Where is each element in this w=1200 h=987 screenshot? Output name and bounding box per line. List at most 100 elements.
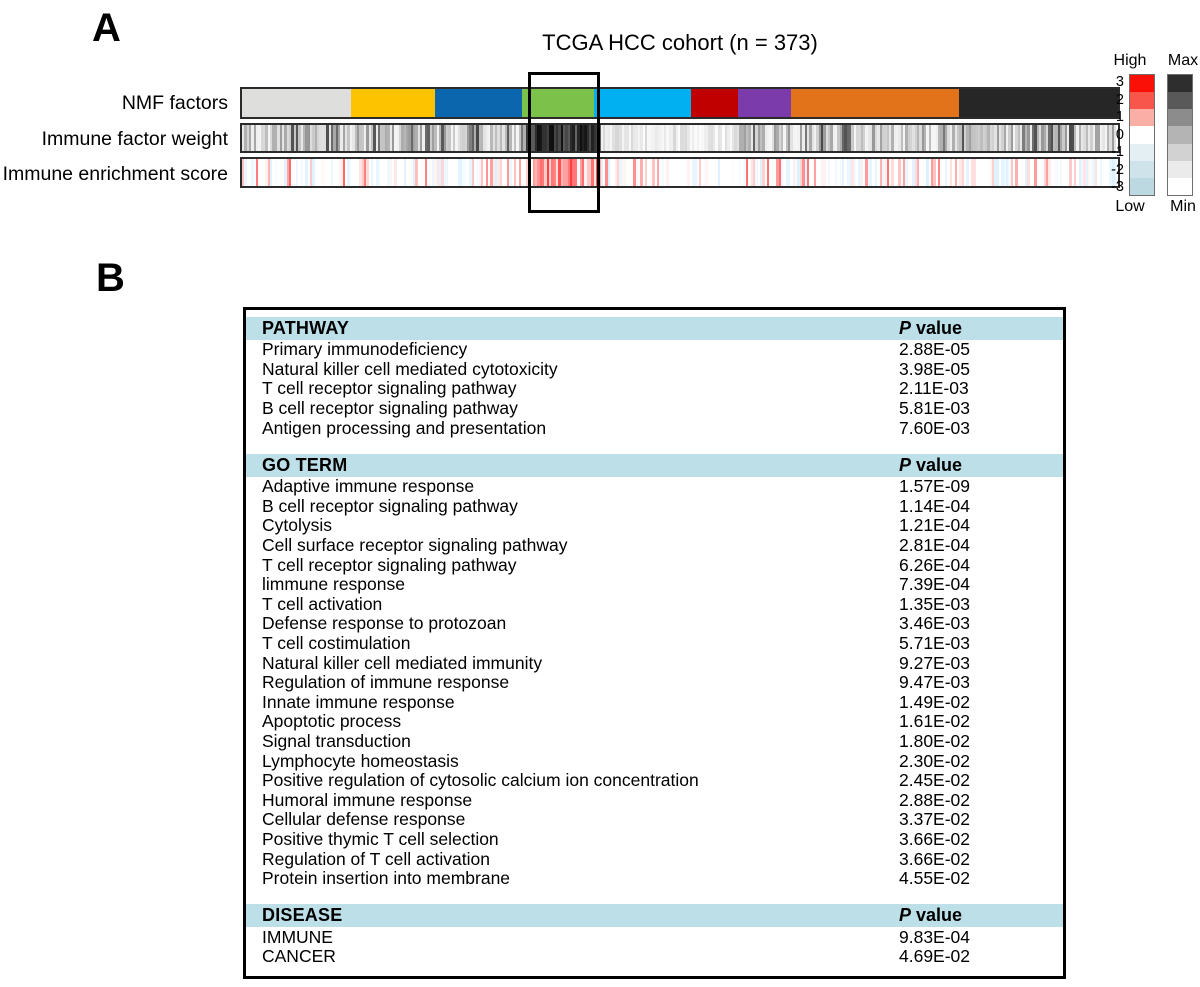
- immune-factor-weight-track[interactable]: [240, 123, 1120, 153]
- table-row[interactable]: Innate immune response 1.49E-02: [246, 692, 1063, 713]
- cell-term: Cellular defense response: [262, 809, 466, 830]
- table-header-go-term: GO TERM P value: [246, 453, 1063, 477]
- table-row[interactable]: Adaptive immune response 1.57E-09: [246, 476, 1063, 497]
- column-header-pvalue: P value: [899, 318, 963, 338]
- cell-term: Antigen processing and presentation: [262, 417, 547, 438]
- weight-stripes: [242, 125, 1118, 151]
- table-row[interactable]: Cell surface receptor signaling pathway 2…: [246, 535, 1063, 556]
- table-row[interactable]: IMMUNE 9.83E-04: [246, 927, 1063, 947]
- legend-high-label: High: [1113, 52, 1147, 69]
- table-row[interactable]: Positive regulation of cytosolic calcium…: [246, 770, 1063, 791]
- nmf-segment-factor-4[interactable]: [522, 89, 595, 117]
- legend-tick: 0: [1115, 126, 1124, 143]
- table-row[interactable]: T cell receptor signaling pathway 2.11E-0…: [246, 378, 1063, 399]
- row-label-immune-enrichment-score: Immune enrichment score: [2, 163, 228, 185]
- table-row[interactable]: Positive thymic T cell selection 3.66E-02: [246, 829, 1063, 850]
- table-row[interactable]: B cell receptor signaling pathway 1.14E-0…: [246, 495, 1063, 517]
- table-row[interactable]: Signal transduction 1.80E-02: [246, 730, 1063, 752]
- weight-legend-step: [1168, 109, 1192, 127]
- cell-pvalue: 3.37E-02: [899, 809, 971, 830]
- legend-max-label: Max: [1167, 52, 1199, 69]
- cell-term: Lymphocyte homeostasis: [262, 750, 459, 771]
- cell-term: B cell receptor signaling pathway: [262, 398, 518, 419]
- cell-pvalue: 3.98E-05: [899, 358, 971, 379]
- table-row[interactable]: Lymphocyte homeostasis 2.30E-02: [246, 751, 1063, 771]
- table-header-disease: DISEASE P value: [246, 904, 1063, 928]
- table-row[interactable]: Regulation of immune response 9.47E-03: [246, 672, 1063, 693]
- cell-term: Humoral immune response: [262, 789, 473, 810]
- table-row[interactable]: limmune response 7.39E-04: [246, 574, 1063, 595]
- enrichment-results-table: PATHWAY P value Primary immunodeficiency 2.…: [243, 307, 1066, 979]
- table-section-pathway: PATHWAY P value Primary immunodeficiency 2.…: [246, 317, 1063, 438]
- table-row[interactable]: Humoral immune response 2.88E-02: [246, 790, 1063, 810]
- cell-term: Apoptotic process: [262, 711, 402, 732]
- cell-pvalue: 2.11E-03: [899, 378, 969, 399]
- weight-legend-step: [1168, 177, 1192, 195]
- row-labels-column: NMF factors Immune factor weight Immune …: [0, 0, 228, 240]
- nmf-segment-factor-2[interactable]: [350, 89, 435, 117]
- table-row[interactable]: Cytolysis 1.21E-04: [246, 515, 1063, 536]
- cell-pvalue: 2.88E-05: [899, 339, 971, 360]
- table-row[interactable]: CANCER 4.69E-02: [246, 946, 1063, 967]
- enrichment-legend-step: [1130, 126, 1154, 144]
- nmf-segment-factor-8[interactable]: [791, 89, 960, 117]
- cell-pvalue: 2.88E-02: [899, 789, 971, 810]
- table-section-disease: DISEASE P value IMMUNE 9.83E-04 CANCER 4.69E-…: [246, 904, 1063, 966]
- nmf-segment-factor-7[interactable]: [737, 89, 792, 117]
- table-row[interactable]: Defense response to protozoan 3.46E-03: [246, 613, 1063, 634]
- weight-legend-step: [1168, 143, 1192, 161]
- cell-pvalue: 4.55E-02: [899, 868, 971, 889]
- cell-term: Regulation of T cell activation: [262, 848, 490, 869]
- enrichment-legend-step: [1130, 92, 1154, 110]
- cell-term: IMMUNE: [262, 926, 333, 947]
- column-header-term: GO TERM: [262, 454, 348, 475]
- table-row[interactable]: B cell receptor signaling pathway 5.81E-0…: [246, 398, 1063, 419]
- cell-pvalue: 9.47E-03: [899, 672, 971, 693]
- score-stripes: [242, 159, 1118, 186]
- cell-term: Natural killer cell mediated immunity: [262, 652, 543, 673]
- cell-pvalue: 2.81E-04: [899, 535, 971, 556]
- cell-term: Cytolysis: [262, 515, 333, 536]
- cell-pvalue: 2.45E-02: [899, 770, 971, 791]
- table-row[interactable]: T cell costimulation 5.71E-03: [246, 633, 1063, 654]
- nmf-segment-factor-3[interactable]: [434, 89, 523, 117]
- cell-pvalue: 3.46E-03: [899, 613, 971, 634]
- nmf-segment-factor-9[interactable]: [959, 89, 1118, 117]
- cell-term: T cell costimulation: [262, 633, 411, 654]
- cell-term: B cell receptor signaling pathway: [262, 495, 518, 516]
- nmf-segment-factor-5[interactable]: [594, 89, 692, 117]
- cell-pvalue: 1.57E-09: [899, 476, 971, 497]
- legend-enrichment-colorbar: [1129, 74, 1155, 196]
- table-row[interactable]: T cell receptor signaling pathway 6.26E-0…: [246, 555, 1063, 575]
- table-row[interactable]: Natural killer cell mediated cytotoxicit…: [246, 358, 1063, 380]
- immune-enrichment-score-track[interactable]: [240, 157, 1120, 188]
- cell-pvalue: 4.69E-02: [899, 946, 971, 967]
- table-row[interactable]: Natural killer cell mediated immunity 9.2…: [246, 653, 1063, 673]
- weight-legend-step: [1168, 92, 1192, 110]
- cell-term: Signal transduction: [262, 730, 411, 751]
- table-row[interactable]: Regulation of T cell activation 3.66E-02: [246, 849, 1063, 869]
- cell-term: T cell receptor signaling pathway: [262, 378, 517, 399]
- legend-tick: -3: [1111, 178, 1124, 195]
- table-row[interactable]: Antigen processing and presentation 7.60E…: [246, 418, 1063, 438]
- cell-pvalue: 6.26E-04: [899, 554, 971, 575]
- nmf-segment-factor-1[interactable]: [242, 89, 351, 117]
- legend-low-label: Low: [1115, 198, 1145, 215]
- table-row[interactable]: Protein insertion into membrane 4.55E-02: [246, 868, 1063, 889]
- nmf-segment-factor-6[interactable]: [691, 89, 738, 117]
- cell-pvalue: 9.27E-03: [899, 652, 971, 673]
- row-label-immune-factor-weight: Immune factor weight: [41, 128, 228, 150]
- row-label-nmf-factors: NMF factors: [121, 92, 228, 114]
- table-row[interactable]: Cellular defense response 3.37E-02: [246, 809, 1063, 830]
- table-row[interactable]: T cell activation 1.35E-03: [246, 594, 1063, 615]
- nmf-factors-track[interactable]: [240, 87, 1120, 119]
- table-row[interactable]: Apoptotic process 1.61E-02: [246, 711, 1063, 732]
- legend-tick: -2: [1111, 161, 1124, 178]
- cell-pvalue: 1.61E-02: [899, 711, 971, 732]
- cohort-title: TCGA HCC cohort (n = 373): [542, 30, 818, 55]
- legend-tick: -1: [1111, 144, 1124, 161]
- legend-tick: 3: [1115, 74, 1124, 91]
- table-row[interactable]: Primary immunodeficiency 2.88E-05: [246, 339, 1063, 360]
- weight-legend-step: [1168, 126, 1192, 144]
